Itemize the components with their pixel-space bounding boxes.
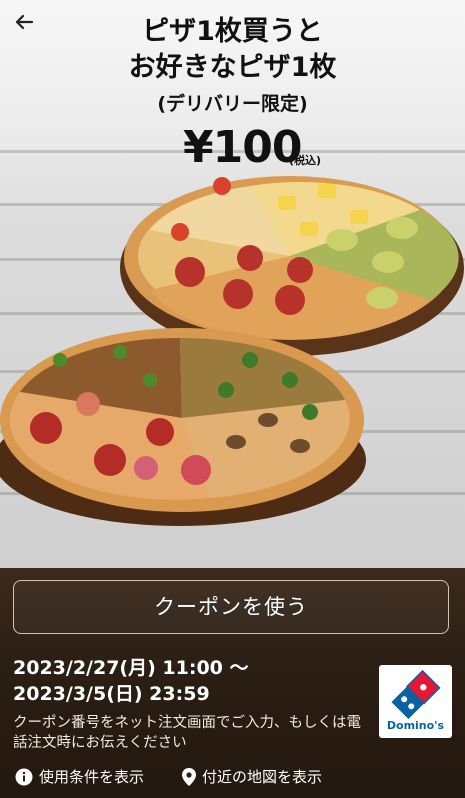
promo-image: ピザ1枚買うと お好きなピザ1枚 (デリバリー限定) ¥100 (税込) (0, 0, 465, 568)
dominos-logo: Domino's (379, 665, 452, 738)
promo-tax-note: (税込) (289, 154, 322, 167)
promo-headline-line1: ピザ1枚買うと (142, 16, 323, 47)
location-pin-icon (182, 767, 196, 786)
coupon-instructions: クーポン番号をネット注文画面でご入力、もしくは電話注文時にお伝えください (13, 715, 361, 751)
promo-subheadline: (デリバリー限定) (157, 93, 308, 115)
map-link[interactable]: 付近の地図を表示 (182, 766, 322, 787)
promo-headline-line2: お好きなピザ1枚 (128, 52, 337, 83)
dominos-logo-text: Domino's (386, 719, 445, 732)
use-coupon-button[interactable]: クーポンを使う (13, 580, 449, 634)
pizzas-illustration (0, 176, 464, 526)
coupon-details-panel: クーポンを使う 2023/2/27(月) 11:00 〜 2023/3/5(日)… (0, 568, 465, 798)
validity-start: 2023/2/27(月) 11:00 〜 (13, 657, 249, 679)
coupon-screen: ピザ1枚買うと お好きなピザ1枚 (デリバリー限定) ¥100 (税込) クーポ… (0, 0, 465, 798)
terms-link-label: 使用条件を表示 (39, 768, 145, 786)
map-link-label: 付近の地図を表示 (202, 768, 323, 786)
terms-link[interactable]: 使用条件を表示 (15, 766, 144, 787)
promo-price: ¥100 (183, 122, 302, 173)
validity-end: 2023/3/5(日) 23:59 (13, 683, 210, 705)
info-icon (15, 768, 33, 785)
